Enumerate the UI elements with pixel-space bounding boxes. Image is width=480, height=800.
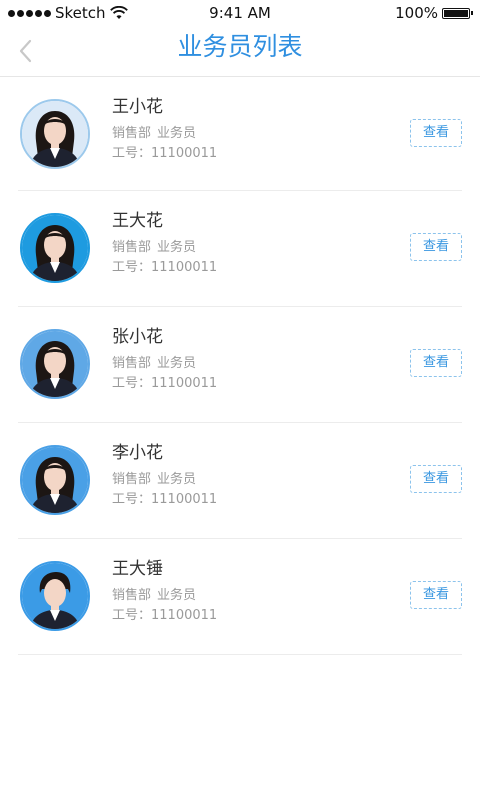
list-item: 王大花 销售部 业务员 工号：11100011 查看 [18, 191, 462, 307]
avatar [20, 99, 90, 169]
list-item: 王小花 销售部 业务员 工号：11100011 查看 [18, 77, 462, 191]
salesperson-department-role: 销售部 业务员 [112, 239, 217, 257]
employee-number: 工号：11100011 [112, 260, 218, 275]
salesperson-info: 王小花 销售部 业务员 工号：11100011 [112, 95, 217, 163]
role-label: 业务员 [157, 240, 197, 255]
employee-number: 工号：11100011 [112, 492, 218, 507]
salesperson-department-role: 销售部 业务员 [112, 355, 217, 373]
view-button[interactable]: 查看 [410, 119, 462, 147]
salesperson-info: 王大锤 销售部 业务员 工号：11100011 [112, 557, 217, 625]
role-label: 业务员 [157, 472, 197, 487]
salesperson-info: 李小花 销售部 业务员 工号：11100011 [112, 441, 217, 509]
salesperson-list: 王小花 销售部 业务员 工号：11100011 查看 王大花 销售部 业务员 工号：… [0, 77, 480, 655]
view-button[interactable]: 查看 [410, 349, 462, 377]
avatar [20, 329, 90, 399]
person-photo [22, 101, 88, 167]
employee-number: 工号：11100011 [112, 608, 218, 623]
salesperson-name: 李小花 [112, 443, 163, 463]
person-photo [22, 331, 88, 397]
employee-number: 工号：11100011 [112, 146, 218, 161]
role-label: 业务员 [157, 588, 197, 603]
department-label: 销售部 [112, 588, 152, 603]
salesperson-name: 王大锤 [112, 559, 163, 579]
department-label: 销售部 [112, 240, 152, 255]
role-label: 业务员 [157, 126, 197, 141]
salesperson-info: 王大花 销售部 业务员 工号：11100011 [112, 209, 217, 277]
salesperson-department-role: 销售部 业务员 [112, 587, 217, 605]
salesperson-name: 王大花 [112, 211, 163, 231]
department-label: 销售部 [112, 356, 152, 371]
view-button[interactable]: 查看 [410, 233, 462, 261]
person-photo [22, 447, 88, 513]
salesperson-list-screen: Sketch 9:41 AM 100% 业务员列表 王小花 销售部 业务员 工号… [0, 0, 480, 800]
employee-number: 工号：11100011 [112, 376, 218, 391]
battery-icon [442, 7, 473, 19]
page-title: 业务员列表 [177, 32, 303, 61]
person-photo [22, 215, 88, 281]
status-right: 100% [395, 4, 473, 22]
list-item: 李小花 销售部 业务员 工号：11100011 查看 [18, 423, 462, 539]
list-item: 张小花 销售部 业务员 工号：11100011 查看 [18, 307, 462, 423]
view-button[interactable]: 查看 [410, 465, 462, 493]
list-item: 王大锤 销售部 业务员 工号：11100011 查看 [18, 539, 462, 655]
view-button[interactable]: 查看 [410, 581, 462, 609]
avatar [20, 445, 90, 515]
battery-percent: 100% [395, 4, 438, 22]
role-label: 业务员 [157, 356, 197, 371]
department-label: 销售部 [112, 126, 152, 141]
salesperson-department-role: 销售部 业务员 [112, 125, 217, 143]
status-bar: Sketch 9:41 AM 100% [0, 0, 480, 26]
salesperson-name: 王小花 [112, 97, 163, 117]
salesperson-info: 张小花 销售部 业务员 工号：11100011 [112, 325, 217, 393]
salesperson-name: 张小花 [112, 327, 163, 347]
person-photo [22, 563, 88, 629]
department-label: 销售部 [112, 472, 152, 487]
nav-bar: 业务员列表 [0, 26, 480, 77]
avatar [20, 561, 90, 631]
avatar [20, 213, 90, 283]
salesperson-department-role: 销售部 业务员 [112, 471, 217, 489]
